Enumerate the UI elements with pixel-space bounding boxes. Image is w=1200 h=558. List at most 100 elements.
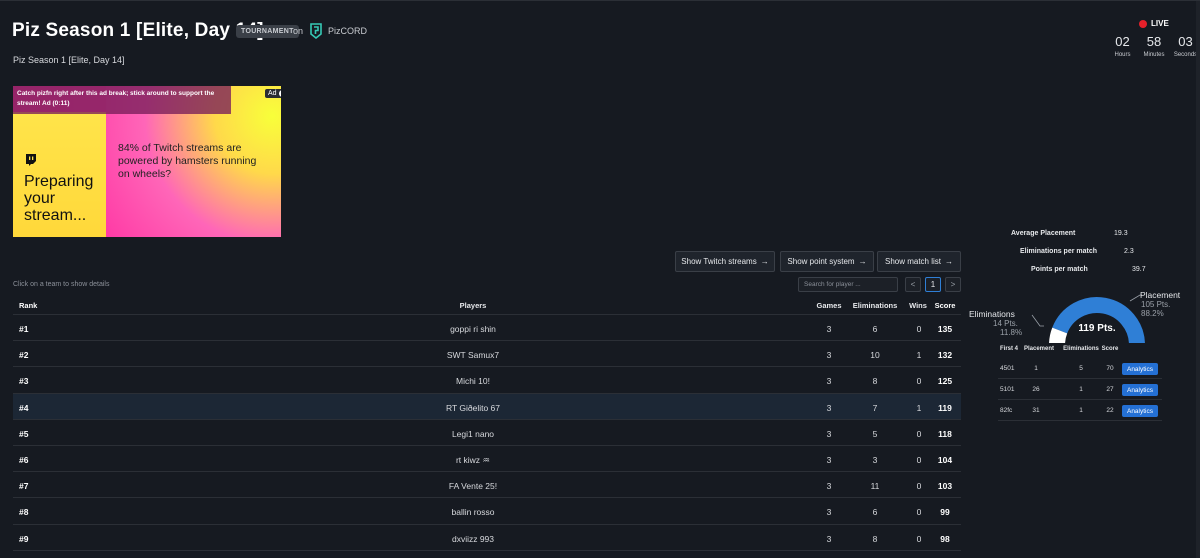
- arrow-right-icon: →: [945, 257, 954, 266]
- player-cell: Michi 10!: [455, 376, 490, 387]
- avg-placement-label: Average Placement: [1011, 230, 1076, 237]
- scrollbar[interactable]: [1196, 1, 1200, 558]
- games-cell: 3: [826, 507, 832, 518]
- on-label: on: [293, 26, 304, 36]
- eliminations-cell: 8: [872, 376, 878, 387]
- wins-cell: 0: [916, 324, 922, 334]
- header-rank: Rank: [19, 301, 38, 310]
- pager-next-button[interactable]: >: [945, 277, 961, 292]
- table-row[interactable]: #8 ballin rosso 3 6 0 99: [13, 498, 961, 525]
- show-match-list-label: Show match list: [884, 257, 942, 266]
- gauge-placement-percent: 88.2%: [1141, 309, 1164, 318]
- ad-banner: Catch pizfn right after this ad break; s…: [13, 86, 231, 114]
- score-cell: 103: [937, 481, 953, 492]
- wins-cell: 0: [916, 481, 922, 492]
- table-row[interactable]: #7 FA Vente 25! 3 11 0 103: [13, 472, 961, 499]
- tournament-badge: TOURNAMENT: [236, 25, 299, 38]
- match-breakdown-header: First 4 Placement Eliminations Score: [998, 346, 1162, 358]
- match-score-cell: 27: [1106, 386, 1114, 393]
- mini-header-score: Score: [1101, 346, 1119, 352]
- table-row[interactable]: #4 RT Giðelito 67 3 7 1 119: [13, 393, 961, 420]
- score-cell: 125: [937, 376, 953, 387]
- info-icon: i: [278, 90, 281, 97]
- eliminations-cell: 3: [872, 454, 878, 465]
- arrow-right-icon: →: [760, 257, 769, 266]
- analytics-button[interactable]: Analytics: [1122, 405, 1158, 417]
- pager-page-button[interactable]: 1: [925, 277, 941, 292]
- gauge-elims-connector: [1031, 314, 1044, 327]
- timer-hours: 02 Hours: [1108, 34, 1137, 58]
- score-cell: 99: [940, 507, 950, 518]
- wins-cell: 0: [916, 533, 922, 544]
- header-eliminations: Eliminations: [852, 301, 898, 310]
- gauge-total: 119 Pts.: [1078, 323, 1116, 334]
- match-row: 82fc 31 1 22 Analytics: [998, 400, 1162, 421]
- wins-cell: 0: [916, 376, 922, 387]
- org-name: PizCORD: [328, 26, 368, 36]
- gauge-elims-arc: [1049, 327, 1068, 343]
- timer-minutes-value: 58: [1146, 34, 1162, 49]
- rank-cell: #7: [19, 481, 29, 492]
- match-id-cell: 4501: [1000, 365, 1015, 372]
- eliminations-cell: 5: [872, 428, 878, 439]
- countdown-timer: 02 Hours 58 Minutes 03 Seconds: [1108, 34, 1200, 58]
- points-per-match-label: Points per match: [1031, 266, 1088, 273]
- stream-ad-player[interactable]: Catch pizfn right after this ad break; s…: [13, 86, 281, 237]
- timer-hours-value: 02: [1115, 34, 1130, 49]
- table-row[interactable]: #1 goppi ri shin 3 6 0 135: [13, 315, 961, 342]
- eliminations-cell: 8: [872, 533, 878, 544]
- analytics-button[interactable]: Analytics: [1122, 363, 1158, 375]
- table-row[interactable]: #5 Legi1 nano 3 5 0 118: [13, 420, 961, 446]
- games-cell: 3: [826, 481, 832, 492]
- match-placement-cell: 1: [1034, 365, 1038, 372]
- elims-per-match-value: 2.3: [1124, 248, 1134, 255]
- match-elims-cell: 5: [1079, 365, 1083, 372]
- games-cell: 3: [826, 376, 832, 387]
- table-row[interactable]: #9 dxviizz 993 3 8 0 98: [13, 525, 961, 551]
- ad-badge-label: Ad: [268, 90, 277, 97]
- games-cell: 3: [826, 454, 832, 465]
- player-cell: goppi ri shin: [450, 324, 496, 334]
- rank-cell: #9: [19, 533, 29, 544]
- match-elims-cell: 1: [1079, 386, 1083, 393]
- leaderboard-table: Rank Players Games Eliminations Wins Sco…: [13, 295, 961, 551]
- wins-cell: 1: [916, 350, 922, 361]
- score-cell: 119: [938, 402, 952, 413]
- mini-header-placement: Placement: [1024, 346, 1055, 352]
- ad-badge[interactable]: Ad i: [265, 89, 281, 98]
- show-point-system-button[interactable]: Show point system →: [780, 251, 874, 272]
- player-cell: dxviizz 993: [451, 533, 495, 544]
- org-logo-icon: [310, 23, 322, 39]
- pager-prev-button[interactable]: <: [905, 277, 921, 292]
- games-cell: 3: [826, 428, 832, 439]
- avg-placement-value: 19.3: [1114, 230, 1128, 237]
- mini-header-first4: First 4: [1000, 346, 1019, 352]
- rank-cell: #5: [19, 428, 29, 439]
- rank-cell: #2: [19, 350, 29, 361]
- page: Piz Season 1 [Elite, Day 14] TOURNAMENT …: [0, 0, 1200, 558]
- ad-headline: Preparing your stream...: [24, 173, 94, 224]
- show-match-list-button[interactable]: Show match list →: [877, 251, 961, 272]
- match-placement-cell: 31: [1032, 407, 1040, 414]
- analytics-button[interactable]: Analytics: [1122, 384, 1158, 396]
- player-cell: RT Giðelito 67: [445, 402, 501, 413]
- header-score: Score: [934, 301, 956, 310]
- match-elims-cell: 1: [1079, 407, 1083, 414]
- gauge-elims-percent: 11.8%: [1000, 328, 1023, 337]
- table-row[interactable]: #6 rt kiwz ♒ 3 3 0 104: [13, 446, 961, 473]
- score-cell: 118: [938, 428, 952, 439]
- page-title: Piz Season 1 [Elite, Day 14]: [12, 20, 264, 41]
- player-cell: FA Vente 25!: [448, 481, 498, 492]
- org-link[interactable]: PizCORD: [309, 23, 367, 39]
- show-twitch-streams-button[interactable]: Show Twitch streams →: [675, 251, 775, 272]
- header-games: Games: [816, 301, 842, 310]
- wins-cell: 0: [916, 454, 922, 465]
- games-cell: 3: [826, 402, 832, 413]
- header-wins: Wins: [909, 301, 927, 310]
- wins-cell: 0: [916, 428, 922, 439]
- wins-cell: 0: [916, 507, 922, 518]
- table-row[interactable]: #2 SWT Samux7 3 10 1 132: [13, 341, 961, 368]
- player-search-input[interactable]: [798, 277, 898, 292]
- table-row[interactable]: #3 Michi 10! 3 8 0 125: [13, 367, 961, 394]
- show-twitch-streams-label: Show Twitch streams: [681, 257, 757, 266]
